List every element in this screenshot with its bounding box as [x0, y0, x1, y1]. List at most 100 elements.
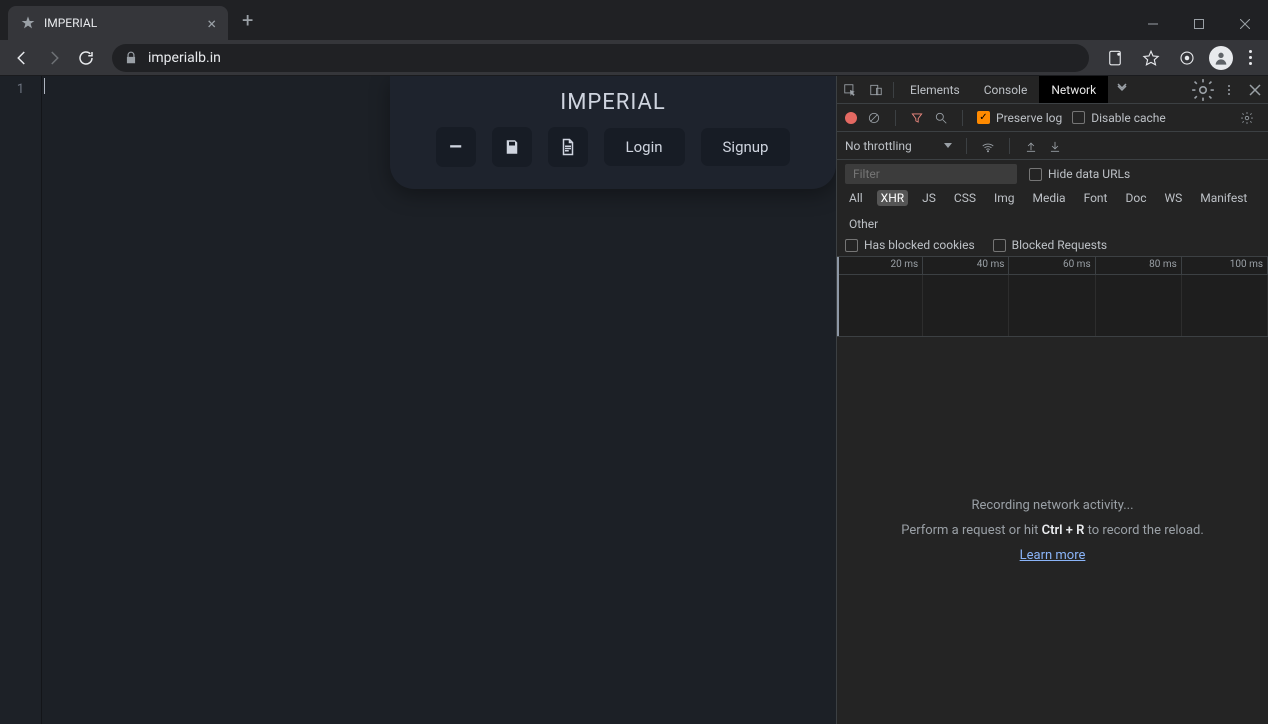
- network-conditions-icon[interactable]: [981, 139, 995, 153]
- filter-input[interactable]: [845, 164, 1017, 184]
- throttling-label: No throttling: [845, 139, 912, 153]
- checkbox-checked-icon: ✓: [977, 111, 990, 124]
- clear-icon[interactable]: [867, 111, 881, 125]
- text-cursor: [44, 78, 45, 94]
- timeline-tick: 40 ms: [923, 257, 1009, 274]
- has-blocked-cookies-checkbox[interactable]: Has blocked cookies: [845, 238, 975, 252]
- minimize-panel-button[interactable]: –: [436, 127, 476, 167]
- window-minimize-button[interactable]: [1130, 8, 1176, 40]
- separator: [966, 138, 967, 154]
- content-area: 1 IMPERIAL – Login Signup: [0, 76, 1268, 724]
- hide-data-urls-checkbox[interactable]: Hide data URLs: [1029, 167, 1130, 181]
- separator: [962, 110, 963, 126]
- address-bar[interactable]: imperialb.in: [112, 44, 1089, 72]
- filter-other[interactable]: Other: [845, 216, 882, 232]
- line-number: 1: [0, 82, 41, 97]
- window-maximize-button[interactable]: [1176, 8, 1222, 40]
- forward-button[interactable]: [40, 44, 68, 72]
- throttling-select[interactable]: No throttling: [845, 139, 952, 153]
- disable-cache-checkbox[interactable]: Disable cache: [1072, 111, 1166, 125]
- close-tab-icon[interactable]: ×: [207, 14, 216, 33]
- devtools-tabstrip: Elements Console Network: [837, 76, 1268, 104]
- bookmark-icon[interactable]: [1137, 44, 1165, 72]
- tab-console[interactable]: Console: [972, 76, 1040, 103]
- document-icon: [559, 138, 577, 156]
- browser-menu-button[interactable]: [1241, 50, 1260, 65]
- devtools-settings-icon[interactable]: [1190, 77, 1216, 103]
- device-toggle-icon[interactable]: [863, 76, 889, 103]
- new-tab-button[interactable]: +: [228, 8, 267, 32]
- filter-font[interactable]: Font: [1080, 190, 1112, 206]
- devtools-close-icon[interactable]: [1242, 84, 1268, 96]
- timeline-ruler: 20 ms 40 ms 60 ms 80 ms 100 ms: [837, 257, 1268, 275]
- page-viewport: 1 IMPERIAL – Login Signup: [0, 76, 836, 724]
- filter-xhr[interactable]: XHR: [877, 190, 908, 206]
- checkbox-icon: [1029, 168, 1042, 181]
- timeline-body: [837, 275, 1268, 336]
- tabstrip: IMPERIAL × +: [0, 0, 1130, 40]
- search-icon[interactable]: [934, 111, 948, 125]
- signup-button[interactable]: Signup: [701, 128, 791, 166]
- inspect-element-icon[interactable]: [837, 76, 863, 103]
- export-har-icon[interactable]: [1048, 139, 1062, 153]
- recording-message: Recording network activity...: [971, 498, 1133, 513]
- hint-pre: Perform a request or hit: [901, 523, 1041, 538]
- login-button[interactable]: Login: [604, 128, 685, 166]
- resource-type-filters: All XHR JS CSS Img Media Font Doc WS Man…: [845, 190, 1260, 232]
- browser-tab[interactable]: IMPERIAL ×: [8, 6, 228, 40]
- separator: [893, 82, 894, 98]
- hint-post: to record the reload.: [1084, 523, 1203, 538]
- back-button[interactable]: [8, 44, 36, 72]
- has-blocked-cookies-label: Has blocked cookies: [864, 238, 975, 252]
- separator: [1009, 138, 1010, 154]
- checkbox-icon: [993, 239, 1006, 252]
- filter-img[interactable]: Img: [990, 190, 1019, 206]
- checkbox-icon: [1072, 111, 1085, 124]
- devtools-menu-icon[interactable]: [1216, 85, 1242, 95]
- filter-section: Hide data URLs All XHR JS CSS Img Media …: [837, 160, 1268, 257]
- import-har-icon[interactable]: [1024, 139, 1038, 153]
- browser-titlebar: IMPERIAL × +: [0, 0, 1268, 40]
- blocked-requests-checkbox[interactable]: Blocked Requests: [993, 238, 1107, 252]
- install-app-icon[interactable]: [1101, 44, 1129, 72]
- blocked-requests-label: Blocked Requests: [1012, 238, 1107, 252]
- reload-button[interactable]: [72, 44, 100, 72]
- devtools-panel: Elements Console Network ✓ Preserve log: [836, 76, 1268, 724]
- more-tabs-icon[interactable]: [1108, 82, 1136, 97]
- filter-icon[interactable]: [910, 111, 924, 125]
- preserve-log-label: Preserve log: [996, 111, 1062, 125]
- extensions-icon[interactable]: [1173, 44, 1201, 72]
- filter-js[interactable]: JS: [918, 190, 940, 206]
- timeline-tick: 60 ms: [1009, 257, 1095, 274]
- learn-more-link[interactable]: Learn more: [1020, 548, 1086, 563]
- hint-kbd: Ctrl + R: [1042, 523, 1085, 538]
- network-empty-state: Recording network activity... Perform a …: [837, 337, 1268, 724]
- window-close-button[interactable]: [1222, 8, 1268, 40]
- checkbox-icon: [845, 239, 858, 252]
- network-settings-icon[interactable]: [1234, 104, 1260, 131]
- window-controls: [1130, 8, 1268, 40]
- filter-media[interactable]: Media: [1029, 190, 1070, 206]
- tab-network[interactable]: Network: [1039, 76, 1108, 103]
- filter-all[interactable]: All: [845, 190, 867, 206]
- tab-elements[interactable]: Elements: [898, 76, 972, 103]
- filter-ws[interactable]: WS: [1160, 190, 1186, 206]
- new-doc-button[interactable]: [548, 127, 588, 167]
- browser-toolbar: imperialb.in: [0, 40, 1268, 76]
- dropdown-icon: [944, 143, 952, 148]
- app-title: IMPERIAL: [408, 90, 818, 115]
- save-button[interactable]: [492, 127, 532, 167]
- record-button[interactable]: [845, 112, 857, 124]
- timeline-overview[interactable]: 20 ms 40 ms 60 ms 80 ms 100 ms: [837, 257, 1268, 337]
- filter-css[interactable]: CSS: [950, 190, 980, 206]
- network-controls-row: ✓ Preserve log Disable cache: [837, 104, 1268, 132]
- filter-doc[interactable]: Doc: [1121, 190, 1150, 206]
- app-header: IMPERIAL – Login Signup: [390, 76, 836, 189]
- favicon-icon: [20, 15, 36, 31]
- timeline-tick: 20 ms: [837, 257, 923, 274]
- save-icon: [503, 138, 521, 156]
- profile-avatar[interactable]: [1209, 46, 1233, 70]
- timeline-tick: 100 ms: [1182, 257, 1268, 274]
- filter-manifest[interactable]: Manifest: [1196, 190, 1251, 206]
- preserve-log-checkbox[interactable]: ✓ Preserve log: [977, 111, 1062, 125]
